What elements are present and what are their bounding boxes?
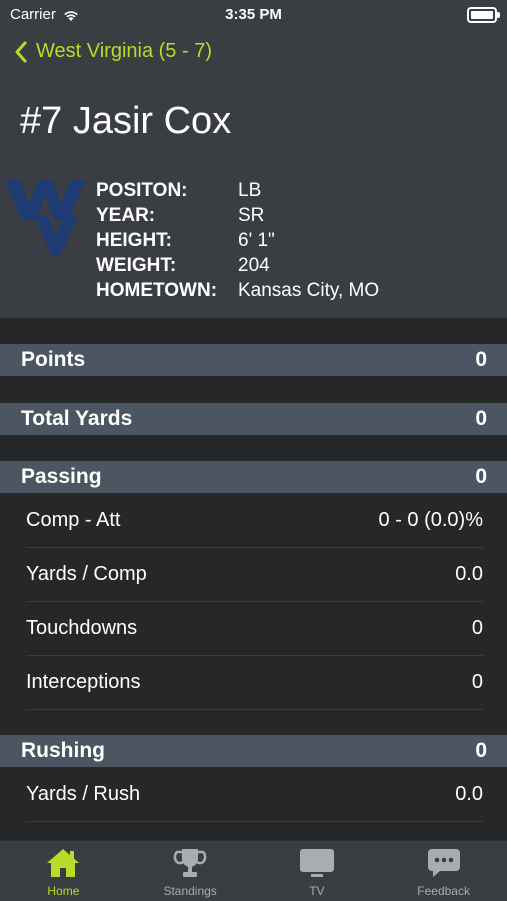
stat-label: Interceptions [26, 670, 141, 693]
tab-home[interactable]: Home [0, 841, 127, 901]
section-value: 0 [475, 465, 487, 488]
stat-row-touchdowns: Touchdowns 0 [26, 601, 483, 656]
height-value: 6' 1" [238, 230, 275, 251]
home-icon [47, 849, 80, 877]
weight-label: WEIGHT: [96, 255, 177, 276]
info-row-weight: WEIGHT: 204 [96, 253, 379, 278]
stat-value: 0.0 [455, 782, 483, 805]
weight-value: 204 [238, 255, 270, 276]
stat-row-comp-att: Comp - Att 0 - 0 (0.0)% [26, 493, 483, 548]
section-title: Rushing [21, 739, 105, 762]
stat-row-yards-rush: Yards / Rush 0.0 [26, 767, 483, 822]
tab-label: Home [47, 884, 80, 898]
position-value: LB [238, 180, 262, 201]
player-name: #7 Jasir Cox [20, 100, 232, 142]
year-label: YEAR: [96, 205, 156, 226]
stat-row-yards-comp: Yards / Comp 0.0 [26, 547, 483, 602]
info-row-year: YEAR: SR [96, 203, 379, 228]
battery-icon [467, 7, 500, 23]
hometown-label: HOMETOWN: [96, 280, 218, 301]
stat-value: 0 [471, 670, 483, 693]
section-total-yards: Total Yards 0 [0, 403, 507, 435]
tab-label: Standings [163, 884, 217, 898]
chat-bubble-icon [427, 849, 460, 877]
section-title: Total Yards [21, 407, 133, 430]
stat-label: Touchdowns [26, 616, 138, 639]
stat-value: 0.0 [455, 562, 483, 585]
hometown-value: Kansas City, MO [238, 280, 380, 301]
stat-row-interceptions: Interceptions 0 [26, 655, 483, 710]
clock: 3:35 PM [225, 6, 282, 23]
section-passing: Passing 0 [0, 461, 507, 493]
info-row-height: HEIGHT: 6' 1" [96, 228, 379, 253]
section-points: Points 0 [0, 344, 507, 376]
section-title: Points [21, 348, 86, 371]
status-bar: Carrier 3:35 PM [0, 0, 507, 28]
tab-tv[interactable]: TV [254, 841, 381, 901]
player-info: POSITON: LB YEAR: SR HEIGHT: 6' 1" WEIGH… [96, 178, 379, 303]
tab-standings[interactable]: Standings [127, 841, 254, 901]
back-label: West Virginia (5 - 7) [36, 40, 212, 62]
info-row-position: POSITON: LB [96, 178, 379, 203]
tab-bar: Home Standings TV Feedback [0, 840, 507, 901]
tab-label: TV [309, 884, 325, 898]
section-rushing: Rushing 0 [0, 735, 507, 767]
tv-icon [299, 849, 334, 877]
section-value: 0 [475, 348, 487, 371]
tab-feedback[interactable]: Feedback [380, 841, 507, 901]
position-label: POSITON: [96, 180, 188, 201]
year-value: SR [238, 205, 265, 226]
height-label: HEIGHT: [96, 230, 172, 251]
trophy-icon [173, 849, 207, 877]
section-value: 0 [475, 407, 487, 430]
info-row-hometown: HOMETOWN: Kansas City, MO [96, 278, 379, 303]
tab-label: Feedback [417, 884, 470, 898]
stat-value: 0 [471, 616, 483, 639]
back-button[interactable]: West Virginia (5 - 7) [14, 40, 212, 63]
section-value: 0 [475, 739, 487, 762]
chevron-left-icon [15, 41, 27, 62]
section-title: Passing [21, 465, 102, 488]
stat-label: Yards / Rush [26, 782, 141, 805]
stat-label: Comp - Att [26, 508, 121, 531]
player-header: West Virginia (5 - 7) #7 Jasir Cox POSIT… [0, 28, 507, 318]
stat-label: Yards / Comp [26, 562, 147, 585]
stat-value: 0 - 0 (0.0)% [378, 508, 483, 531]
wvu-logo [4, 180, 86, 256]
